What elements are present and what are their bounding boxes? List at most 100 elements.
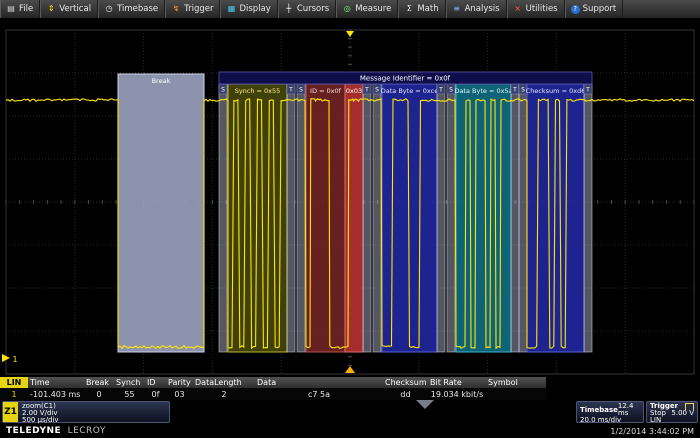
decode-marker-label: T	[512, 87, 517, 94]
timebase-icon: ◷	[104, 5, 114, 13]
footer-bar: TELEDYNE LECROY 1/2/2014 3:44:02 PM	[0, 424, 700, 438]
table-cell-parity: 03	[166, 388, 193, 400]
table-header-datalength: DataLength	[193, 377, 255, 388]
menu-bar: ▤File⇕Vertical◷Timebase↯Trigger▦Display┼…	[0, 0, 700, 19]
decode-marker-label: S	[521, 87, 525, 94]
zoom-horizontal-scale: 500 µs/div	[22, 417, 59, 424]
table-header-break: Break	[84, 377, 114, 388]
decode-field-box	[456, 84, 511, 352]
decode-field-label: 0x03	[346, 87, 362, 95]
table-header-data: Data	[255, 377, 383, 388]
menu-item-label: Cursors	[297, 4, 329, 14]
decode-marker-label: T	[288, 87, 293, 94]
menu-item-label: Timebase	[117, 4, 158, 14]
decode-field-label: Synch = 0x55	[235, 87, 281, 95]
table-header-id: ID	[145, 377, 166, 388]
menu-item-analysis[interactable]: ≡Analysis	[446, 0, 507, 18]
display-icon: ▦	[226, 5, 236, 13]
table-header-synch: Synch	[114, 377, 145, 388]
decode-table-header: LINTimeBreakSynchIDParityDataLengthDataC…	[0, 377, 546, 388]
decode-marker	[219, 84, 227, 352]
waveform-display[interactable]: BreakSSynch = 0x55TSID = 0x0f0x03TSData …	[0, 18, 700, 377]
table-channel-badge[interactable]: LIN	[0, 377, 28, 388]
menu-item-timebase[interactable]: ◷Timebase	[98, 0, 165, 18]
file-icon: ▤	[6, 5, 16, 13]
status-bar: Z1 zoom(C1) 2.00 V/div 500 µs/div Timeba…	[0, 400, 700, 424]
measure-icon: ◎	[342, 5, 352, 13]
message-identifier-label: Message Identifier = 0x0f	[360, 75, 451, 83]
menu-item-label: Utilities	[526, 4, 558, 14]
table-cell-synch: 55	[114, 388, 145, 400]
brand-primary: TELEDYNE	[6, 426, 61, 436]
table-cell-id: 0f	[145, 388, 166, 400]
utilities-icon: ×	[513, 5, 523, 13]
table-cell-checksum: dd	[383, 388, 428, 400]
decode-marker	[287, 84, 295, 352]
menu-item-display[interactable]: ▦Display	[220, 0, 277, 18]
menu-item-label: Measure	[355, 4, 391, 14]
brand-secondary: LECROY	[68, 426, 106, 436]
decode-marker-label: S	[299, 87, 303, 94]
decode-table-row[interactable]: 1-101.403 ms0550f032c7 5add19.034 kbit/s	[0, 388, 546, 400]
timebase-title: Timebase	[580, 407, 618, 414]
math-icon: Σ	[404, 5, 414, 13]
decode-field-label: Data Byte = 0xce	[381, 87, 438, 95]
oscilloscope-app: ▤File⇕Vertical◷Timebase↯Trigger▦Display┼…	[0, 0, 700, 438]
trigger-top-marker-icon	[346, 31, 354, 37]
decode-marker-label: T	[585, 87, 590, 94]
menu-item-trigger[interactable]: ↯Trigger	[165, 0, 220, 18]
menu-item-math[interactable]: ΣMath	[398, 0, 445, 18]
menu-item-cursors[interactable]: ┼Cursors	[278, 0, 336, 18]
menu-item-label: Support	[583, 4, 617, 14]
decode-marker-label: S	[221, 87, 225, 94]
table-header-bit-rate: Bit Rate	[428, 377, 486, 388]
menu-item-file[interactable]: ▤File	[0, 0, 40, 18]
decode-field-box	[118, 74, 204, 352]
menu-item-measure[interactable]: ◎Measure	[336, 0, 398, 18]
decode-marker-label: T	[364, 87, 369, 94]
menu-item-support[interactable]: ?Support	[565, 0, 624, 18]
timebase-panel[interactable]: Timebase 12.4 ms 20.0 ms/div 1 MS 5 MS/s	[576, 401, 644, 423]
table-cell-datalength: 2	[193, 388, 255, 400]
vertical-icon: ⇕	[46, 5, 56, 13]
channel1-marker-label: 1	[12, 355, 17, 364]
decode-table: LINTimeBreakSynchIDParityDataLengthDataC…	[0, 377, 546, 400]
table-cell-symbol	[486, 388, 546, 400]
decode-marker-label: T	[438, 87, 443, 94]
decode-marker	[363, 84, 371, 352]
menu-item-label: Vertical	[59, 4, 91, 14]
table-cell-bitrate: 19.034 kbit/s	[428, 388, 486, 400]
trigger-time-marker-icon	[345, 366, 355, 373]
decode-marker-label: S	[375, 87, 379, 94]
support-icon: ?	[571, 5, 580, 14]
zoom-channel-badge[interactable]: Z1	[3, 402, 18, 422]
table-header-time: Time	[28, 377, 84, 388]
table-header-symbol: Symbol	[486, 377, 546, 388]
decode-marker-label: S	[449, 87, 453, 94]
decode-field-label: Checksum = 0xd6	[526, 87, 586, 95]
decode-field-box	[306, 84, 345, 352]
waveform-svg: BreakSSynch = 0x55TSID = 0x0f0x03TSData …	[0, 18, 700, 377]
decode-marker	[437, 84, 445, 352]
trigger-panel[interactable]: Trigger Stop 5.00 V LIN	[646, 401, 698, 423]
table-expander-icon[interactable]	[416, 400, 434, 409]
decode-field-label: Break	[152, 77, 171, 85]
menu-item-utilities[interactable]: ×Utilities	[507, 0, 565, 18]
brand-logo: TELEDYNE LECROY	[6, 426, 106, 436]
decode-marker	[373, 84, 381, 352]
menu-item-label: Display	[239, 4, 270, 14]
table-header-parity: Parity	[166, 377, 193, 388]
datetime-label: 1/2/2014 3:44:02 PM	[610, 427, 694, 436]
decode-marker	[519, 84, 527, 352]
zoom-panel[interactable]: Z1 zoom(C1) 2.00 V/div 500 µs/div	[2, 401, 170, 423]
table-cell-time: -101.403 ms	[28, 388, 84, 400]
decode-marker	[447, 84, 455, 352]
menu-item-label: Math	[417, 4, 438, 14]
decode-marker	[297, 84, 305, 352]
menu-item-label: Analysis	[465, 4, 500, 14]
menu-item-vertical[interactable]: ⇕Vertical	[40, 0, 98, 18]
trigger-level: 5.00 V	[671, 410, 694, 417]
analysis-icon: ≡	[452, 5, 462, 13]
table-header-checksum: Checksum	[383, 377, 428, 388]
trigger-icon: ↯	[171, 5, 181, 13]
